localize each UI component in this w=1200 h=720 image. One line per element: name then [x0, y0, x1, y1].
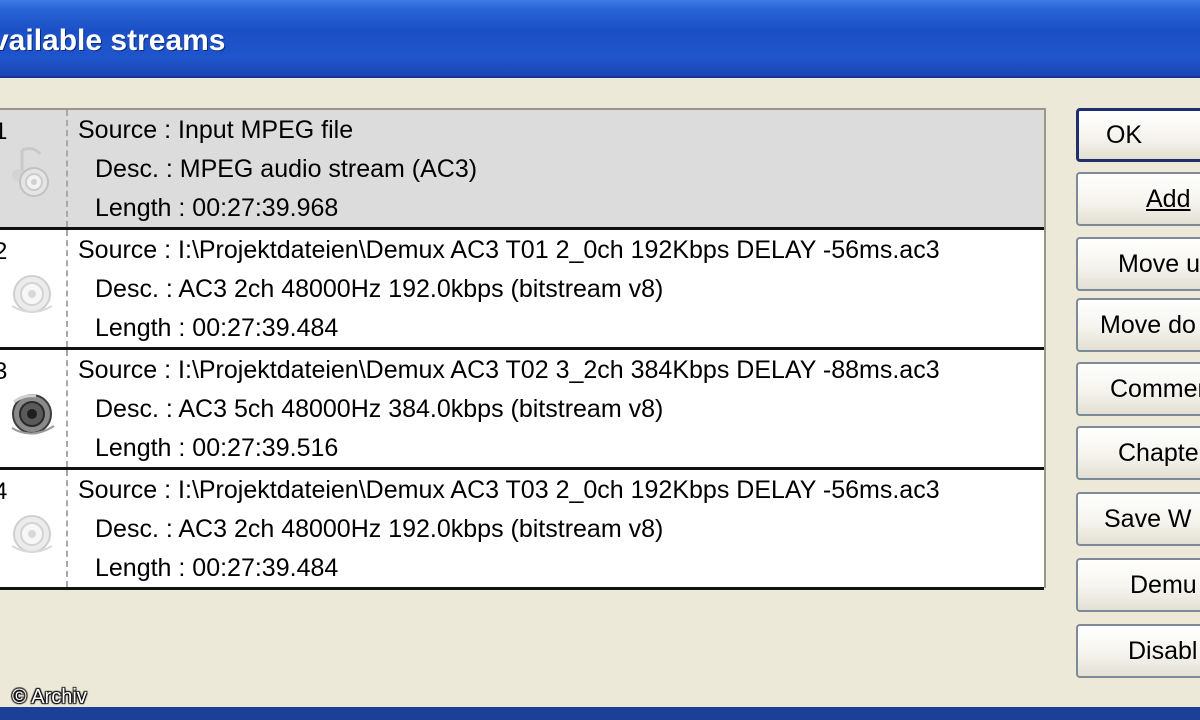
move-down-button[interactable]: Move do: [1076, 298, 1200, 352]
stream-number: 2: [0, 238, 8, 265]
column-separator: [66, 470, 68, 587]
speaker-faded-icon: [11, 275, 53, 313]
disable-button[interactable]: Disabl: [1076, 624, 1200, 678]
stream-description: Desc. : AC3 2ch 48000Hz 192.0kbps (bitst…: [95, 515, 664, 543]
stream-description: Desc. : AC3 2ch 48000Hz 192.0kbps (bitst…: [95, 275, 664, 303]
disable-button-label: Disabl: [1128, 636, 1198, 665]
stream-source: Source : I:\Projektdateien\Demux AC3 T03…: [78, 476, 940, 504]
stream-number: 1: [0, 118, 8, 145]
speaker-faded-icon: [11, 515, 53, 553]
stream-source: Source : I:\Projektdateien\Demux AC3 T02…: [78, 356, 940, 384]
stream-description: Desc. : AC3 5ch 48000Hz 384.0kbps (bitst…: [95, 395, 664, 423]
stream-length: Length : 00:27:39.484: [95, 314, 339, 342]
column-separator: [66, 110, 68, 227]
stream-row-2[interactable]: 2 Source : I:\Projektdateien\Demux AC3 T…: [0, 230, 1044, 350]
chapters-button[interactable]: Chapte: [1076, 426, 1200, 480]
stream-number: 4: [0, 478, 8, 505]
dialog-titlebar[interactable]: vailable streams: [0, 0, 1200, 78]
stream-source: Source : I:\Projektdateien\Demux AC3 T01…: [78, 236, 940, 264]
column-separator: [66, 230, 68, 347]
comment-button-label: Commen: [1110, 374, 1200, 403]
stream-length: Length : 00:27:39.968: [95, 194, 339, 222]
stream-length: Length : 00:27:39.516: [95, 434, 339, 462]
stream-row-4[interactable]: 4 Source : I:\Projektdateien\Demux AC3 T…: [0, 470, 1044, 590]
save-wav-button-label: Save W: [1104, 504, 1192, 533]
stream-row-1[interactable]: 1 Source : Input MPEG file Desc. : MPEG …: [0, 110, 1044, 230]
stream-list[interactable]: 1 Source : Input MPEG file Desc. : MPEG …: [0, 108, 1046, 590]
demux-button[interactable]: Demu: [1076, 558, 1200, 612]
move-up-button-label: Move u: [1118, 249, 1200, 278]
ok-button-label: OK: [1105, 120, 1143, 149]
comment-button[interactable]: Commen: [1076, 362, 1200, 416]
copyright-watermark: © Archiv: [12, 686, 87, 708]
save-wav-button[interactable]: Save W: [1076, 492, 1200, 546]
column-separator: [66, 350, 68, 467]
chapters-button-label: Chapte: [1118, 438, 1199, 467]
add-button[interactable]: Add: [1076, 172, 1200, 226]
window-bottom-border: [0, 707, 1200, 720]
stream-description: Desc. : MPEG audio stream (AC3): [95, 155, 478, 183]
move-down-button-label: Move do: [1100, 310, 1196, 339]
stream-row-3[interactable]: 3 Source : I:\Projektdateien\Demux AC3 T…: [0, 350, 1044, 470]
demux-button-label: Demu: [1130, 570, 1197, 599]
dialog-title: vailable streams: [0, 24, 226, 57]
add-button-label: Add: [1146, 184, 1191, 213]
stream-length: Length : 00:27:39.484: [95, 554, 339, 582]
ok-button[interactable]: OK: [1076, 108, 1200, 162]
speaker-icon: [11, 394, 55, 435]
stream-number: 3: [0, 358, 8, 385]
speaker-music-icon: [12, 147, 49, 197]
stream-source: Source : Input MPEG file: [78, 116, 354, 144]
move-up-button[interactable]: Move u: [1076, 237, 1200, 291]
